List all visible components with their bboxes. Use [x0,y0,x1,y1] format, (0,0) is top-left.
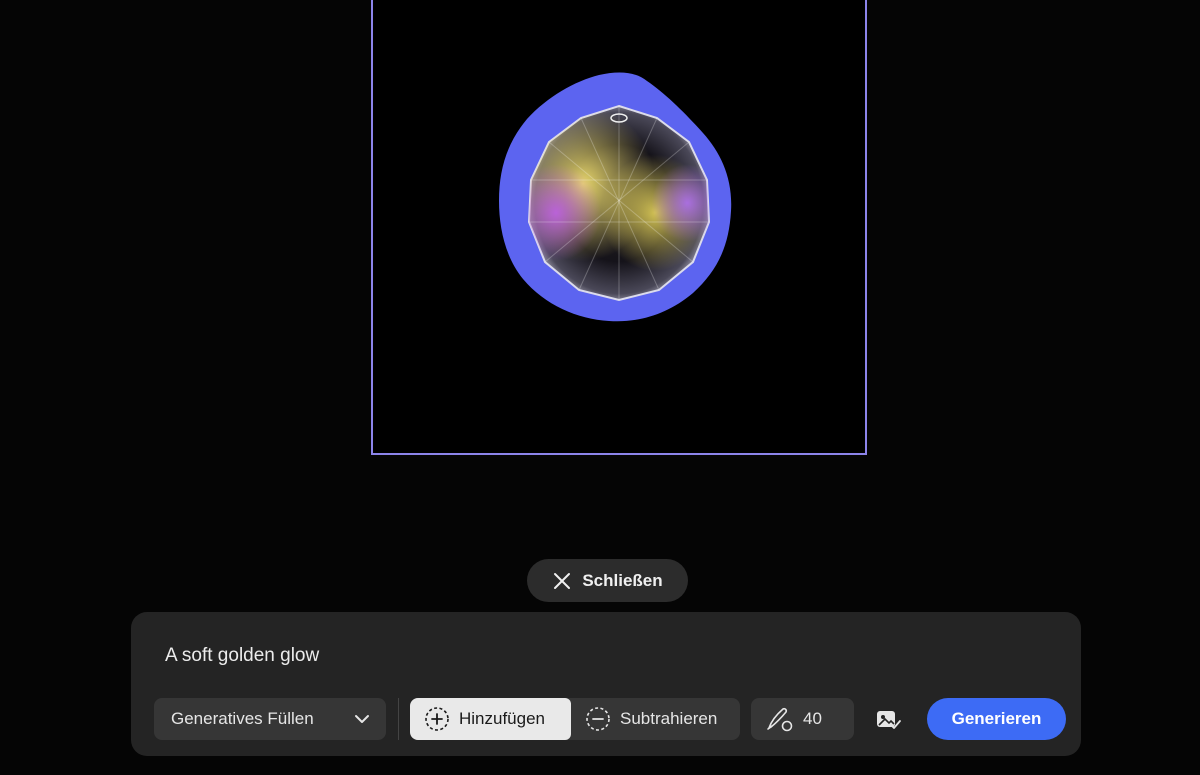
subtract-selection-button[interactable]: Subtrahieren [571,698,740,740]
add-selection-icon [425,707,449,731]
brush-icon [767,707,793,732]
mode-dropdown[interactable]: Generatives Füllen [154,698,386,740]
close-icon [554,572,571,589]
selection-mode-toggle: Hinzufügen Subtrahieren [410,698,740,740]
generate-button[interactable]: Generieren [927,698,1066,740]
chevron-down-icon [355,715,369,723]
prompt-input[interactable]: A soft golden glow [165,642,1045,670]
mode-dropdown-label: Generatives Füllen [171,709,314,728]
brush-size-value: 40 [803,709,822,728]
add-selection-label: Hinzufügen [459,709,546,728]
close-button[interactable]: Schließen [527,559,688,602]
brush-size-control[interactable]: 40 [751,698,854,740]
add-selection-button[interactable]: Hinzufügen [410,698,571,740]
generative-fill-panel: A soft golden glow Generatives Füllen Hi… [131,612,1081,756]
toolbar-divider [398,698,399,740]
close-button-label: Schließen [582,570,663,590]
subtract-selection-label: Subtrahieren [620,709,718,728]
reference-image-icon [877,711,901,729]
reference-image-button[interactable] [872,704,904,736]
crystal-ball-image [527,104,711,302]
subtract-selection-icon [586,707,610,731]
